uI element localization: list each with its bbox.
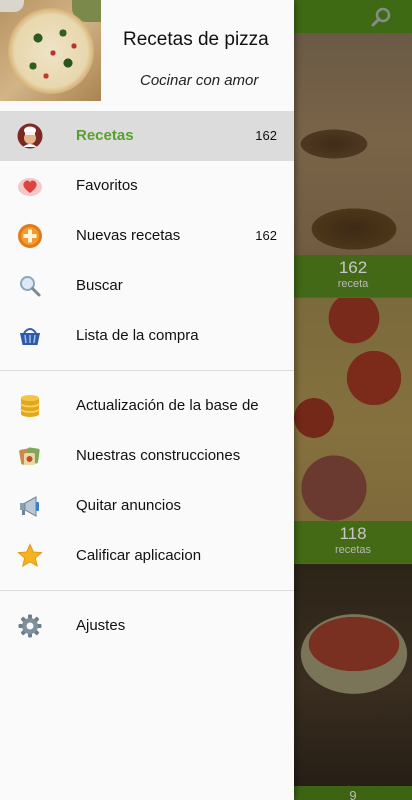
drawer-menu: Recetas 162 Favoritos Nuevas recetas 162	[0, 111, 294, 651]
star-icon	[17, 543, 43, 568]
menu-item-lista-compra[interactable]: Lista de la compra	[0, 311, 294, 361]
category-count-label: receta	[337, 278, 369, 290]
menu-item-nuevas-recetas[interactable]: Nuevas recetas 162	[0, 211, 294, 261]
menu-label: Lista de la compra	[76, 327, 199, 344]
menu-item-buscar[interactable]: Buscar	[0, 261, 294, 311]
app-title: Recetas de pizza	[123, 29, 269, 50]
search-icon[interactable]	[370, 6, 392, 28]
menu-item-quitar-anuncios[interactable]: Quitar anuncios	[0, 481, 294, 531]
menu-label: Favoritos	[76, 177, 138, 194]
category-count-label: recetas	[334, 544, 372, 556]
menu-item-nuestras-construcciones[interactable]: Nuestras construcciones	[0, 431, 294, 481]
gear-icon	[18, 614, 42, 638]
category-badge: 162 receta	[294, 255, 412, 297]
chef-avatar-icon	[17, 123, 43, 149]
menu-divider	[0, 590, 294, 591]
category-card[interactable]: 118 recetas	[294, 298, 412, 563]
category-count: 162	[338, 258, 368, 277]
search-icon	[20, 276, 41, 297]
category-count: 118	[339, 524, 367, 543]
database-icon	[20, 395, 40, 417]
pizza-header-image	[0, 0, 101, 101]
category-badge: 118 recetas	[294, 521, 412, 563]
menu-count: 162	[255, 228, 277, 243]
menu-label: Recetas	[76, 127, 134, 144]
category-card[interactable]: 9	[294, 564, 412, 800]
menu-label: Nuestras construcciones	[76, 447, 241, 464]
apps-bundle-icon	[19, 447, 40, 465]
shopping-basket-icon	[20, 328, 40, 345]
megaphone-icon	[20, 496, 39, 517]
app-subtitle: Cocinar con amor	[140, 72, 259, 89]
menu-count: 162	[255, 128, 277, 143]
category-card[interactable]: 162 receta	[294, 34, 412, 297]
navigation-drawer: Recetas de pizza Cocinar con amor Receta…	[0, 0, 294, 800]
menu-label: Nuevas recetas	[76, 227, 181, 244]
drawer-header: Recetas de pizza Cocinar con amor	[0, 0, 294, 102]
menu-label: Buscar	[76, 277, 123, 294]
plus-circle-icon	[18, 224, 42, 248]
menu-item-recetas[interactable]: Recetas 162	[0, 111, 294, 161]
menu-label: Quitar anuncios	[76, 497, 182, 514]
menu-label: Calificar aplicacion	[76, 547, 202, 564]
menu-item-favoritos[interactable]: Favoritos	[0, 161, 294, 211]
menu-item-calificar[interactable]: Calificar aplicacion	[0, 531, 294, 581]
heart-icon	[18, 178, 42, 196]
menu-label: Actualización de la base de	[76, 397, 259, 414]
menu-divider	[0, 370, 294, 371]
menu-item-actualizacion[interactable]: Actualización de la base de	[0, 381, 294, 431]
menu-item-ajustes[interactable]: Ajustes	[0, 601, 294, 651]
menu-label: Ajustes	[76, 617, 126, 634]
category-count: 9	[294, 786, 412, 800]
